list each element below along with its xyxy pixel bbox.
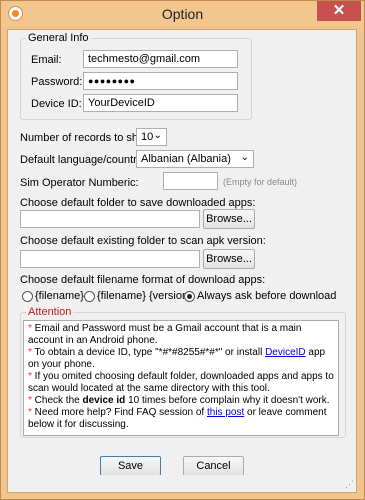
radio-filename-version-label[interactable]: {filename} {version} bbox=[97, 290, 192, 302]
chevron-down-icon: ⌄ bbox=[153, 130, 162, 141]
radio-filename[interactable] bbox=[22, 291, 33, 302]
option-window: Option ✕ General Info Email: techmesto@g… bbox=[0, 0, 365, 500]
this-post-link[interactable]: this post bbox=[207, 407, 244, 418]
records-select[interactable]: 10 ⌄ bbox=[136, 128, 167, 146]
sim-operator-label: Sim Operator Numberic: bbox=[20, 177, 139, 189]
scan-folder-field[interactable] bbox=[20, 250, 200, 268]
radio-filename-version[interactable] bbox=[84, 291, 95, 302]
language-label: Default language/country: bbox=[20, 154, 146, 166]
language-select[interactable]: Albanian (Albania) ⌄ bbox=[136, 150, 254, 168]
attention-legend: Attention bbox=[26, 306, 74, 318]
email-field[interactable]: techmesto@gmail.com bbox=[83, 50, 238, 68]
scan-folder-label: Choose default existing folder to scan a… bbox=[20, 235, 266, 247]
title-bar[interactable]: Option ✕ bbox=[1, 1, 364, 27]
status-bar: ⋰ bbox=[8, 475, 356, 492]
records-value: 10 bbox=[141, 131, 154, 143]
password-label: Password: bbox=[31, 76, 83, 88]
attention-line-2: * To obtain a device ID, type "*#*#8255#… bbox=[28, 347, 326, 370]
resize-grip-icon[interactable]: ⋰ bbox=[345, 479, 354, 490]
attention-line-5: * Need more help? Find FAQ session of th… bbox=[28, 407, 327, 430]
dialog-body: General Info Email: techmesto@gmail.com … bbox=[7, 29, 357, 493]
general-info-legend: General Info bbox=[26, 32, 91, 44]
radio-always-ask[interactable] bbox=[184, 291, 195, 302]
save-button[interactable]: Save bbox=[100, 456, 161, 476]
browse-scan-button[interactable]: Browse... bbox=[203, 249, 255, 269]
filename-format-label: Choose default filename format of downlo… bbox=[20, 274, 266, 286]
download-folder-label: Choose default folder to save downloaded… bbox=[20, 197, 256, 209]
device-id-label: Device ID: bbox=[31, 98, 82, 110]
attention-line-1: * Email and Password must be a Gmail acc… bbox=[28, 323, 302, 346]
attention-text: * Email and Password must be a Gmail acc… bbox=[23, 320, 339, 436]
sim-operator-field[interactable] bbox=[163, 172, 218, 190]
close-button[interactable]: ✕ bbox=[317, 1, 361, 21]
records-label: Number of records to show: bbox=[20, 132, 156, 144]
browse-download-button[interactable]: Browse... bbox=[203, 209, 255, 229]
attention-line-4: * Check the device id 10 times before co… bbox=[28, 395, 330, 406]
cancel-button[interactable]: Cancel bbox=[183, 456, 244, 476]
window-title: Option bbox=[161, 6, 204, 22]
password-field[interactable]: ●●●●●●●● bbox=[83, 72, 238, 90]
download-folder-field[interactable] bbox=[20, 210, 200, 228]
radio-always-ask-label[interactable]: Always ask before download bbox=[197, 290, 336, 302]
chevron-down-icon: ⌄ bbox=[240, 152, 249, 163]
attention-line-3: * If you omited choosing default folder,… bbox=[28, 371, 334, 394]
language-value: Albanian (Albania) bbox=[141, 153, 231, 165]
device-id-field[interactable]: YourDeviceID bbox=[83, 94, 238, 112]
email-label: Email: bbox=[31, 54, 62, 66]
sim-operator-hint: (Empty for default) bbox=[223, 177, 298, 187]
radio-filename-label[interactable]: {filename} bbox=[35, 290, 84, 302]
deviceid-link[interactable]: DeviceID bbox=[265, 347, 306, 358]
